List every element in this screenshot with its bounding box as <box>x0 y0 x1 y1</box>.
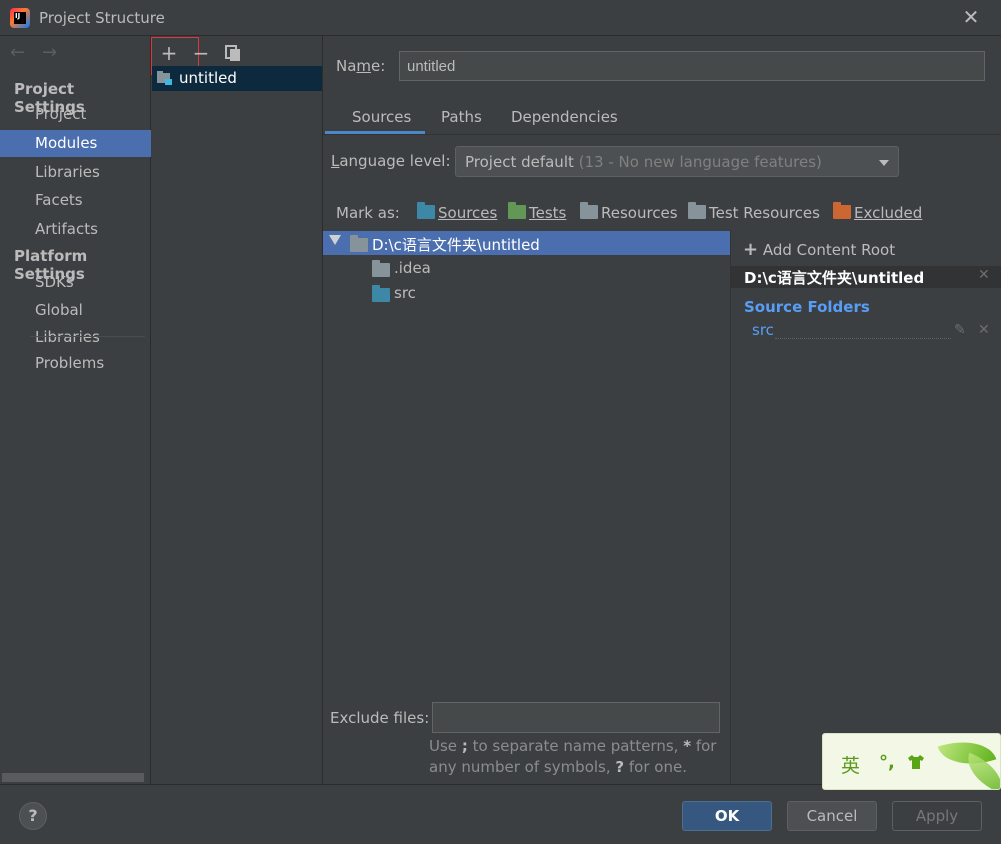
folder-icon <box>350 235 368 252</box>
tree-root-row[interactable]: D:\c语言文件夹\untitled <box>323 231 730 255</box>
mark-as-label: Mark as: <box>336 204 400 222</box>
shirt-icon[interactable] <box>907 754 925 770</box>
tree-item-label: src <box>394 284 416 302</box>
nav-horizontal-scrollbar[interactable] <box>2 773 144 782</box>
source-folders-header: Source Folders <box>744 298 870 316</box>
tab-dependencies[interactable]: Dependencies <box>511 108 618 134</box>
mark-sources-button[interactable]: Sources <box>417 202 497 222</box>
nav-item-artifacts[interactable]: Artifacts <box>0 216 151 243</box>
mark-resources-button[interactable]: Resources <box>580 202 678 222</box>
exclude-files-input[interactable] <box>432 702 720 733</box>
tree-item-idea[interactable]: .idea <box>323 256 730 280</box>
module-list-item[interactable]: untitled <box>152 66 322 91</box>
help-button[interactable]: ? <box>19 802 47 830</box>
nav-item-global-libraries[interactable]: Global Libraries <box>0 297 151 346</box>
mark-test-resources-button[interactable]: Test Resources <box>688 202 820 222</box>
language-level-select[interactable]: Project default (13 - No new language fe… <box>455 146 899 177</box>
window-title: Project Structure <box>39 9 165 27</box>
tree-root-label: D:\c语言文件夹\untitled <box>372 236 540 254</box>
nav-item-modules[interactable]: Modules <box>0 130 151 157</box>
exclude-files-hint: Use ; to separate name patterns, * for a… <box>429 737 717 776</box>
content-root-path: D:\c语言文件夹\untitled <box>744 269 925 287</box>
arrow-left-icon[interactable]: ← <box>10 42 25 63</box>
add-content-root-button[interactable]: + Add Content Root <box>743 239 895 260</box>
sources-folder-icon <box>417 202 435 219</box>
language-level-hint: (13 - No new language features) <box>578 153 822 171</box>
nav-item-facets[interactable]: Facets <box>0 187 151 214</box>
ime-mode-indicator[interactable]: 英 <box>841 751 860 778</box>
plus-icon: + <box>743 239 759 260</box>
folder-icon <box>372 260 390 277</box>
copy-icon <box>225 45 240 61</box>
chevron-down-icon <box>879 160 889 166</box>
edit-icon[interactable]: ✎ <box>954 322 966 338</box>
module-name-input[interactable] <box>399 51 985 81</box>
add-module-button[interactable]: + <box>151 37 199 75</box>
source-folder-icon <box>372 285 390 302</box>
nav-divider <box>30 336 145 337</box>
excluded-folder-icon <box>833 202 851 219</box>
remove-content-root-icon[interactable]: ✕ <box>978 267 990 283</box>
dialog-button-bar: ? OK Cancel Apply <box>0 784 1001 844</box>
remove-module-button[interactable]: − <box>189 41 213 65</box>
copy-module-button[interactable] <box>221 41 245 65</box>
source-folder-leader <box>775 338 951 339</box>
mark-excluded-button[interactable]: Excluded <box>833 202 922 222</box>
content-root-tree: D:\c语言文件夹\untitled .idea src <box>323 230 730 784</box>
arrow-right-icon[interactable]: → <box>42 42 57 63</box>
expand-triangle-icon[interactable] <box>329 235 341 245</box>
mark-tests-button[interactable]: Tests <box>508 202 566 222</box>
module-list-panel: + − untitled <box>151 36 323 784</box>
tree-item-label: .idea <box>394 259 431 277</box>
ime-punctuation-indicator[interactable]: °, <box>879 752 895 773</box>
content-root-panel: + Add Content Root D:\c语言文件夹\untitled ✕ … <box>730 230 1001 784</box>
module-name-label: untitled <box>179 69 237 87</box>
ime-status-bar[interactable]: 英 °, <box>822 733 1001 790</box>
nav-item-problems[interactable]: Problems <box>0 350 151 377</box>
intellij-app-icon: IJ <box>10 8 30 28</box>
test-resources-folder-icon <box>688 202 706 219</box>
tree-item-src[interactable]: src <box>323 281 730 305</box>
tab-paths[interactable]: Paths <box>441 108 482 134</box>
tabs-divider <box>323 134 1001 135</box>
module-folder-icon <box>157 71 172 85</box>
cancel-button[interactable]: Cancel <box>787 801 877 831</box>
close-icon[interactable]: ✕ <box>960 6 982 28</box>
language-level-value: Project default <box>465 153 574 171</box>
apply-button[interactable]: Apply <box>892 801 982 831</box>
language-level-label: Language level: <box>331 152 451 170</box>
minus-icon: − <box>192 41 210 65</box>
source-folder-src[interactable]: src <box>752 321 774 339</box>
remove-source-folder-icon[interactable]: ✕ <box>978 322 990 338</box>
name-label: Name: <box>336 57 386 75</box>
nav-item-sdks[interactable]: SDKs <box>0 269 151 296</box>
module-settings-panel: Name: Sources Paths Dependencies Languag… <box>323 36 1001 784</box>
tests-folder-icon <box>508 202 526 219</box>
settings-nav: ← → Project Settings Project Modules Lib… <box>0 36 151 784</box>
title-bar: IJ Project Structure ✕ <box>0 0 1001 36</box>
exclude-files-label: Exclude files: <box>330 709 430 727</box>
nav-item-libraries[interactable]: Libraries <box>0 159 151 186</box>
content-root-path-row[interactable]: D:\c语言文件夹\untitled ✕ <box>731 266 1001 288</box>
nav-item-project[interactable]: Project <box>0 101 151 128</box>
ok-button[interactable]: OK <box>682 801 772 831</box>
resources-folder-icon <box>580 202 598 219</box>
